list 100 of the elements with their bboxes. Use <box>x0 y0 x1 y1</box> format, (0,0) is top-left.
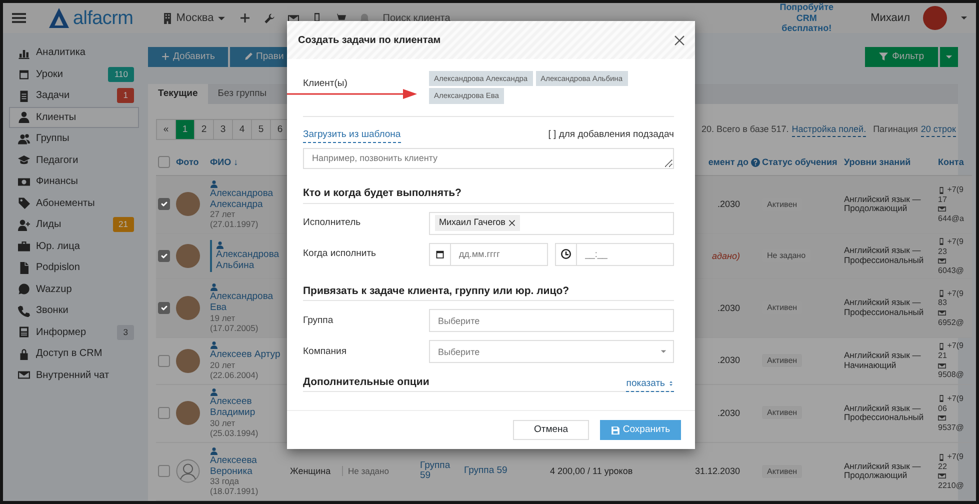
page-button[interactable]: 1 <box>176 120 195 140</box>
filter-button[interactable]: Фильтр <box>865 47 938 67</box>
column-header[interactable]: Фото <box>176 157 199 168</box>
client-name-link[interactable]: Алексеев Владимир <box>210 397 286 420</box>
phone-text: 17 <box>938 194 947 204</box>
status-badge: Активен <box>762 406 802 420</box>
birth-date-text: (27.01.1997) <box>210 220 260 230</box>
user-icon <box>210 388 218 396</box>
birth-date-text: (22.06.2004) <box>210 370 260 381</box>
knowledge-level-text: Английский язык — Продолжающий <box>844 460 921 480</box>
sidebar-item[interactable]: Podpislon <box>9 257 139 278</box>
age-text: 20 лет <box>210 361 236 371</box>
tab[interactable]: Текущие <box>148 84 208 104</box>
document-icon <box>18 326 30 338</box>
sidebar-item[interactable]: Финансы <box>9 171 139 192</box>
user-name[interactable]: Михаил <box>870 10 910 26</box>
executor-field[interactable]: Михаил Гачегов <box>429 212 674 234</box>
client-name-link[interactable]: Александрова Ева <box>210 292 286 314</box>
mobile-phone-icon <box>938 186 945 194</box>
total-text: 20. Всего в базе 517. <box>702 122 789 136</box>
column-header[interactable]: Уровни знаний <box>844 157 911 168</box>
sidebar-item[interactable]: Аналитика <box>9 42 139 64</box>
branch-dropdown[interactable]: Москва <box>162 10 226 26</box>
count-badge: 3 <box>117 324 134 340</box>
sidebar-item[interactable]: Юр. лица <box>9 236 139 257</box>
group-select[interactable]: Выберите <box>429 309 674 332</box>
section-heading: Дополнительные опции <box>303 375 430 390</box>
sidebar-item[interactable]: Абонементы <box>9 192 139 214</box>
client-name-link[interactable]: Алексеева Вероника <box>210 456 286 478</box>
template-link[interactable]: Загрузить из шаблона <box>303 128 401 143</box>
row-checkbox[interactable] <box>158 407 170 420</box>
help-icon <box>751 158 760 168</box>
group-link[interactable]: Группа 59 <box>420 460 460 482</box>
sidebar-item[interactable]: Уроки 110 <box>9 64 139 85</box>
caret-icon <box>960 14 968 22</box>
row-checkbox[interactable] <box>158 354 170 367</box>
column-header[interactable]: ФИО ↓ <box>210 157 238 168</box>
time-field[interactable]: __:__ <box>576 242 674 266</box>
envelope-icon <box>938 472 946 480</box>
filter-caret-button[interactable] <box>940 47 958 67</box>
field-label: Клиент(ы) <box>303 77 348 91</box>
sidebar-item[interactable]: Звонки <box>9 300 139 322</box>
column-header[interactable]: Конта <box>938 157 964 168</box>
row-checkbox[interactable] <box>158 465 170 478</box>
field-label: Когда исполнить <box>303 246 377 261</box>
sidebar-item[interactable]: Доступ в CRM <box>9 343 139 364</box>
sidebar-item[interactable]: Клиенты <box>9 106 139 128</box>
briefcase-icon <box>18 240 30 252</box>
sidebar-label: Wazzup <box>36 282 72 297</box>
rows-per-page-link[interactable]: 20 строк <box>920 122 956 138</box>
client-name-link[interactable]: Алексеев Артур <box>210 350 280 362</box>
avatar-circle[interactable] <box>923 6 947 30</box>
calendar-icon <box>18 68 30 80</box>
sidebar-item[interactable]: Группы <box>9 128 139 150</box>
client-name-link[interactable]: Александрова Александра <box>210 188 286 210</box>
remove-icon <box>508 219 516 227</box>
row-checkbox[interactable] <box>158 198 170 210</box>
sidebar-item[interactable]: Информер 3 <box>9 322 139 343</box>
plus-icon <box>238 12 251 24</box>
task-text-field[interactable]: Например, позвонить клиенту <box>303 148 674 169</box>
sidebar-label: Доступ в CRM <box>36 347 102 362</box>
sidebar-item[interactable]: Внутренний чат <box>9 364 139 386</box>
row-checkbox[interactable] <box>158 250 170 262</box>
logo-icon <box>48 8 70 28</box>
envelope-icon <box>288 12 299 24</box>
count-badge: 110 <box>108 66 134 82</box>
company-select[interactable]: Выберите <box>429 340 674 364</box>
funnel-icon <box>879 52 888 62</box>
email-text: 9508@ <box>938 370 964 380</box>
sidebar-item[interactable]: Педагоги <box>9 150 139 171</box>
promo-link[interactable]: Попробуйте CRM бесплатно! <box>772 3 842 34</box>
sidebar-item[interactable]: Лиды 21 <box>9 214 139 236</box>
add-button[interactable]: Добавить <box>148 47 228 67</box>
show-options-link[interactable]: показать <box>626 376 674 392</box>
section-heading: Привязать к задаче клиента, группу или юр. лицо? <box>303 284 674 302</box>
select-all-checkbox[interactable] <box>158 156 170 168</box>
column-header[interactable]: Статус обучения <box>762 157 838 168</box>
date-field[interactable]: дд.мм.гггг <box>450 242 548 266</box>
row-checkbox[interactable] <box>158 302 170 314</box>
cancel-button[interactable]: Отмена <box>513 420 589 440</box>
menu-icon[interactable] <box>11 10 27 26</box>
fields-settings-link[interactable]: Настройка полей. <box>792 122 866 138</box>
sort-arrows-icon <box>668 380 674 388</box>
sidebar-label: Клиенты <box>36 110 76 125</box>
dialog-title: Создать задачи по клиентам <box>298 34 441 48</box>
clock-icon <box>560 249 571 259</box>
close-button[interactable] <box>673 34 686 46</box>
sidebar-item[interactable]: Wazzup <box>9 278 139 300</box>
users-icon <box>18 132 30 145</box>
envelope-icon <box>938 308 946 317</box>
age-text: 30 лет <box>210 419 236 430</box>
save-button[interactable]: Сохранить <box>600 420 681 440</box>
group-link[interactable]: Группа 59 <box>464 464 508 476</box>
search-field[interactable]: Поиск клиента <box>382 12 513 24</box>
phone-text: +7(9 <box>947 341 964 350</box>
sidebar-item[interactable]: Задачи 1 <box>9 85 139 106</box>
email-text: 644@a <box>938 214 964 223</box>
tab[interactable]: Без группы <box>208 84 277 104</box>
field-label: Компания <box>303 344 348 359</box>
column-header[interactable]: емент до <box>708 157 748 168</box>
